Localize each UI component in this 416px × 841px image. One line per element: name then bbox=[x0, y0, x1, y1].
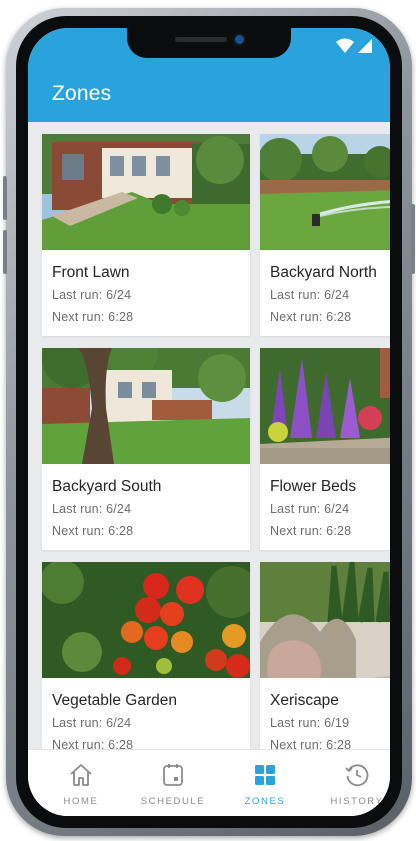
zone-photo-backyard-south bbox=[42, 348, 250, 464]
zone-name: Front Lawn bbox=[52, 264, 130, 281]
zone-last-run: Last run: 6/24 bbox=[270, 288, 350, 302]
zone-photo-backyard-north bbox=[260, 134, 390, 250]
status-bar bbox=[334, 38, 374, 54]
home-icon bbox=[70, 764, 92, 786]
zones-grid: Front Lawn Last run: 6/24 Next run: 6:28 bbox=[28, 122, 390, 750]
phone-frame: Zones Front Lawn Last run: 6/24 Next run… bbox=[3, 8, 415, 836]
app-header: Zones bbox=[28, 28, 390, 122]
phone-notch bbox=[127, 28, 291, 58]
zone-card-xeriscape[interactable]: Xeriscape Last run: 6/19 Next run: 6:28 bbox=[260, 562, 390, 750]
nav-label-zones: ZONES bbox=[244, 796, 286, 807]
signal-icon bbox=[358, 39, 372, 53]
app-screen: Zones Front Lawn Last run: 6/24 Next run… bbox=[28, 28, 390, 816]
zone-photo-flower-beds bbox=[260, 348, 390, 464]
front-camera bbox=[235, 35, 244, 44]
volume-button-lower bbox=[3, 230, 7, 274]
zone-last-run: Last run: 6/24 bbox=[270, 502, 350, 516]
history-icon bbox=[345, 764, 369, 787]
zone-name: Backyard North bbox=[270, 264, 377, 281]
speaker-grille bbox=[175, 37, 227, 42]
zone-name: Backyard South bbox=[52, 478, 162, 495]
nav-label-history: HISTORY bbox=[330, 796, 384, 807]
grid-icon bbox=[255, 765, 275, 785]
zone-photo-vegetable-garden bbox=[42, 562, 250, 678]
bottom-nav: HOME SCHEDULE ZONES HISTORY bbox=[28, 749, 390, 816]
nav-item-zones[interactable]: ZONES bbox=[220, 750, 310, 816]
page-title: Zones bbox=[52, 82, 112, 105]
calendar-icon bbox=[163, 764, 183, 786]
zone-next-run: Next run: 6:28 bbox=[270, 310, 352, 324]
power-button bbox=[411, 204, 415, 274]
zone-next-run: Next run: 6:28 bbox=[52, 524, 134, 538]
nav-item-schedule[interactable]: SCHEDULE bbox=[128, 750, 218, 816]
phone-bezel: Zones Front Lawn Last run: 6/24 Next run… bbox=[16, 16, 402, 828]
zone-last-run: Last run: 6/24 bbox=[52, 716, 132, 730]
zone-card-flower-beds[interactable]: Flower Beds Last run: 6/24 Next run: 6:2… bbox=[260, 348, 390, 550]
zone-next-run: Next run: 6:28 bbox=[270, 524, 352, 538]
zone-next-run: Next run: 6:28 bbox=[52, 310, 134, 324]
zone-name: Xeriscape bbox=[270, 692, 339, 709]
zone-last-run: Last run: 6/24 bbox=[52, 288, 132, 302]
nav-item-home[interactable]: HOME bbox=[36, 750, 126, 816]
zone-name: Vegetable Garden bbox=[52, 692, 177, 709]
zone-card-backyard-north[interactable]: Backyard North Last run: 6/24 Next run: … bbox=[260, 134, 390, 336]
zone-photo-front-lawn bbox=[42, 134, 250, 250]
zone-card-backyard-south[interactable]: Backyard South Last run: 6/24 Next run: … bbox=[42, 348, 250, 550]
zone-card-vegetable-garden[interactable]: Vegetable Garden Last run: 6/24 Next run… bbox=[42, 562, 250, 750]
wifi-icon bbox=[336, 38, 354, 53]
volume-button bbox=[3, 176, 7, 220]
zone-name: Flower Beds bbox=[270, 478, 357, 495]
zone-last-run: Last run: 6/24 bbox=[52, 502, 132, 516]
zone-card-front-lawn[interactable]: Front Lawn Last run: 6/24 Next run: 6:28 bbox=[42, 134, 250, 336]
nav-label-home: HOME bbox=[63, 796, 99, 807]
zone-photo-xeriscape bbox=[260, 562, 390, 678]
zone-last-run: Last run: 6/19 bbox=[270, 716, 350, 730]
nav-item-history[interactable]: HISTORY bbox=[312, 750, 390, 816]
nav-label-schedule: SCHEDULE bbox=[140, 796, 206, 807]
